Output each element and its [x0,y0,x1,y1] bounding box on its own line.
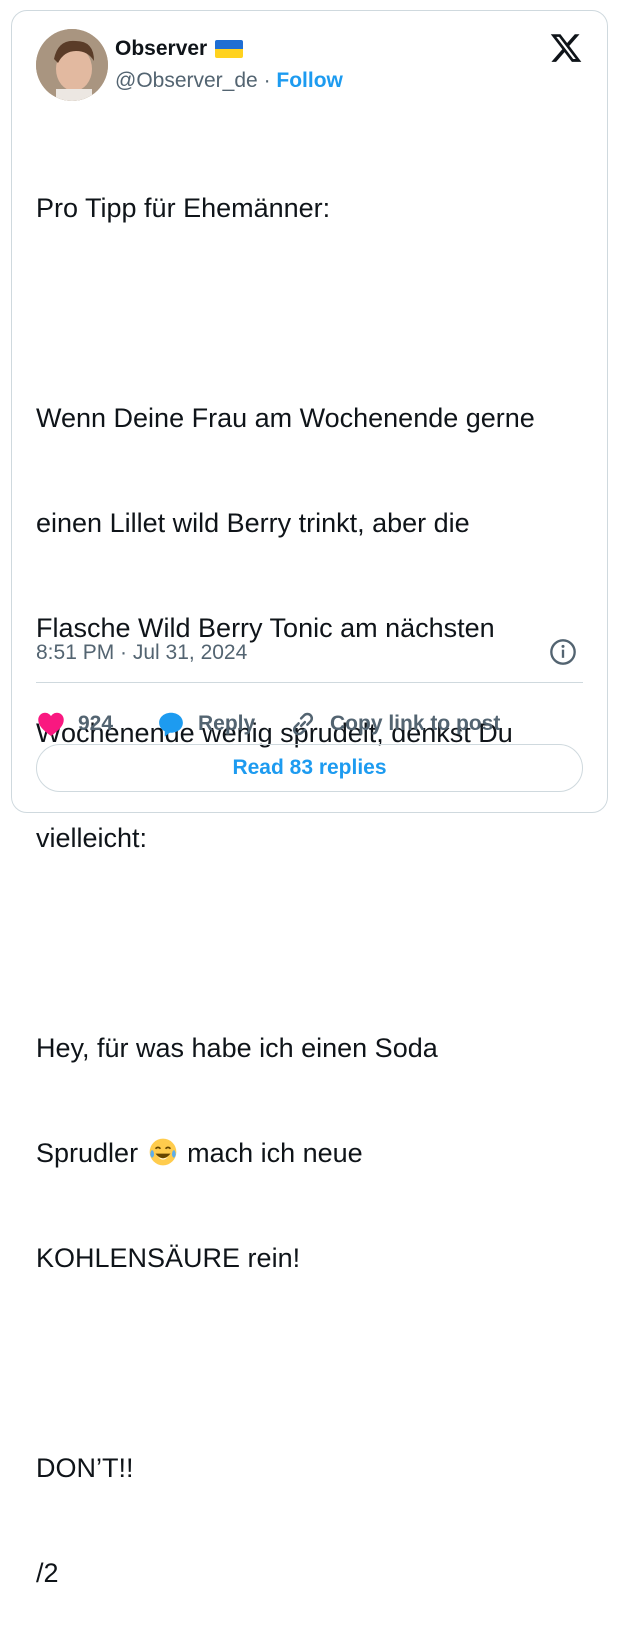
author-handle-row: @Observer_de · Follow [115,69,343,93]
tweet-line: KOHLENSÄURE rein! [36,1243,301,1273]
reply-label: Reply [198,712,256,735]
tweet-line: Pro Tipp für Ehemänner: [36,193,331,223]
follow-button[interactable]: Follow [276,69,343,92]
tweet-line: /2 [36,1558,59,1588]
tweet-line-part: Sprudler [36,1138,139,1168]
tweet-timestamp[interactable]: 8:51 PM · Jul 31, 2024 [36,641,247,665]
ukraine-flag-icon [215,40,244,58]
tweet-line: DON’T!! [36,1453,134,1483]
tweet-line: vielleicht: [36,823,148,853]
avatar[interactable] [36,29,108,101]
action-bar: 924 Reply Copy link to post [36,709,500,739]
tweet-line: Hey, für was habe ich einen Soda [36,1033,438,1063]
tweet-line: Wenn Deine Frau am Wochenende gerne [36,403,535,433]
tweet-line-with-emoji: Sprudler mach ich neue [36,1136,596,1171]
avatar-photo [36,29,108,101]
divider [36,682,583,683]
author-name[interactable]: Observer [115,37,207,61]
reply-button[interactable]: Reply [156,709,288,739]
info-icon[interactable] [549,638,577,666]
copy-link-button[interactable]: Copy link to post [288,709,500,739]
link-icon [292,712,314,736]
tweet-text: Pro Tipp für Ehemänner: Wenn Deine Frau … [36,121,596,1652]
like-count: 924 [78,712,114,735]
read-replies-button[interactable]: Read 83 replies [36,744,583,792]
heart-icon [38,712,64,736]
copy-link-label: Copy link to post [330,712,501,735]
tears-of-joy-emoji-icon [149,1138,176,1166]
separator-dot: · [263,69,271,92]
tweet-line-part: mach ich neue [187,1138,363,1168]
tweet-card: Observer @Observer_de · Follow Pro Tipp … [11,10,608,1588]
x-logo-icon[interactable] [549,31,583,65]
author-handle[interactable]: @Observer_de [115,69,258,92]
tweet-line: einen Lillet wild Berry trinkt, aber die [36,508,470,538]
author-name-row: Observer [115,37,244,61]
speech-bubble-icon [159,712,183,737]
like-button[interactable]: 924 [36,709,156,739]
